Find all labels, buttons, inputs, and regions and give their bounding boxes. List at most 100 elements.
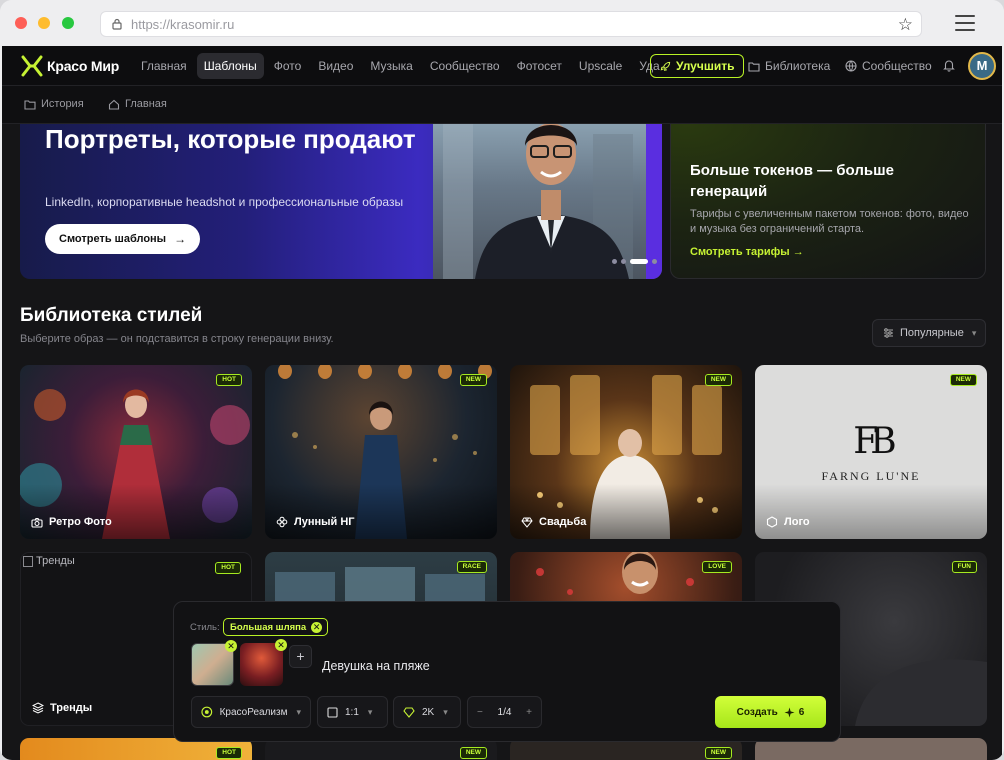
upgrade-button[interactable]: Улучшить [650, 54, 745, 78]
carousel-dots [612, 259, 661, 264]
nav-link-community[interactable]: Сообщество [423, 53, 507, 79]
card-label: Свадьба [539, 516, 587, 528]
fun-badge: FUN [951, 561, 977, 573]
history-folder-icon [24, 99, 36, 110]
race-badge: RACE [456, 561, 487, 573]
subnav-home[interactable]: Главная [108, 98, 167, 110]
ratio-label: 1:1 [345, 706, 359, 718]
card-label: Ретро Фото [49, 516, 112, 528]
nav-link-upscale[interactable]: Upscale [572, 53, 629, 79]
nav-link-community-globe[interactable]: Сообщество [845, 59, 932, 73]
style-card-wedding[interactable]: NEW Свадьба [510, 365, 742, 539]
browser-menu-icon[interactable] [955, 15, 975, 31]
remove-image-icon[interactable]: ✕ [275, 639, 287, 651]
increment-button[interactable]: + [526, 707, 532, 718]
sub-navigation: История Главная [2, 86, 1002, 124]
selected-style-chip[interactable]: Большая шляпа ✕ [223, 618, 329, 636]
hero-portrait-image [433, 124, 662, 279]
view-plans-label: Смотреть тарифы [690, 246, 790, 258]
card-caption: Свадьба [521, 516, 586, 528]
maximize-window-button[interactable] [62, 17, 74, 29]
remove-style-icon[interactable]: ✕ [311, 621, 323, 633]
remove-image-icon[interactable]: ✕ [225, 640, 237, 652]
nav-link-video[interactable]: Видео [311, 53, 360, 79]
hero-title: Портреты, которые продают [45, 124, 416, 154]
home-label: Главная [125, 98, 167, 110]
nav-link-templates[interactable]: Шаблоны [196, 53, 264, 79]
logo-wordmark: FARNG LU'NE [821, 469, 921, 483]
card-label: Тренды [50, 702, 93, 714]
chevron-down-icon: ▾ [971, 327, 977, 338]
user-avatar[interactable]: M [968, 52, 996, 80]
aspect-ratio-select[interactable]: 1:1 ▾ [317, 696, 388, 728]
nav-link-photo[interactable]: Фото [267, 53, 309, 79]
bell-icon[interactable] [942, 58, 956, 72]
community-label: Сообщество [862, 59, 932, 73]
carousel-dot-active[interactable] [630, 259, 648, 264]
carousel-dot[interactable] [612, 259, 617, 264]
nav-link-photoset[interactable]: Фотосет [510, 53, 569, 79]
close-window-button[interactable] [15, 17, 27, 29]
card-caption: Лунный НГ [276, 516, 355, 528]
model-select[interactable]: КрасоРеализм ▾ [191, 696, 311, 728]
sliders-icon [884, 328, 893, 338]
arrow-right-icon: → [792, 246, 804, 258]
reference-image-1[interactable]: ✕ [191, 640, 237, 686]
resolution-select[interactable]: 2K ▾ [393, 696, 461, 728]
carousel-dot[interactable] [652, 259, 657, 264]
logo-mark-icon [21, 55, 43, 77]
hexagon-icon [766, 516, 778, 528]
broken-image-alt: Тренды [36, 555, 75, 567]
view-templates-button[interactable]: Смотреть шаблоны → [45, 224, 201, 254]
reference-image-2[interactable]: ✕ [240, 639, 287, 686]
new-badge: NEW [704, 747, 732, 759]
rocket-icon [660, 61, 671, 71]
upgrade-label: Улучшить [676, 59, 735, 73]
create-label: Создать [736, 706, 778, 718]
model-label: КрасоРеализм [219, 706, 288, 718]
prompt-input[interactable]: Девушка на пляже [322, 659, 430, 673]
browser-chrome: https://krasomir.ru ☆ [0, 0, 1004, 46]
create-button[interactable]: Создать 6 [715, 696, 826, 728]
styles-section-title: Библиотека стилей [20, 305, 203, 326]
minimize-window-button[interactable] [38, 17, 50, 29]
view-plans-link[interactable]: Смотреть тарифы → [690, 246, 804, 258]
promo-title: Больше токенов — больше генераций [690, 162, 894, 200]
sparkle-icon [784, 707, 795, 717]
brand-logo[interactable]: Красо Мир [20, 54, 119, 78]
hot-badge: HOT [216, 374, 242, 386]
nav-link-library[interactable]: Библиотека [748, 59, 830, 73]
library-label: Библиотека [765, 59, 831, 73]
diamond-icon [521, 517, 533, 528]
card-label: Лунный НГ [294, 516, 355, 528]
count-stepper[interactable]: − 1/4 + [467, 696, 542, 728]
sort-dropdown[interactable]: Популярные ▾ [872, 319, 986, 347]
chevron-down-icon: ▾ [296, 706, 301, 717]
nav-link-music[interactable]: Музыка [363, 53, 419, 79]
flower-icon [276, 516, 288, 528]
love-badge: LOVE [702, 561, 732, 573]
address-bar[interactable]: https://krasomir.ru ☆ [100, 11, 922, 37]
style-card-logo[interactable]: FB FARNG LU'NE NEW Лого [755, 365, 987, 539]
style-chip-label: Большая шляпа [230, 621, 307, 633]
decrement-button[interactable]: − [477, 707, 483, 718]
hot-badge: HOT [215, 562, 241, 574]
nav-link-home[interactable]: Главная [134, 53, 194, 79]
lock-icon [112, 18, 122, 30]
style-card-lunar-ny[interactable]: NEW Лунный НГ [265, 365, 497, 539]
count-value: 1/4 [497, 706, 512, 718]
add-reference-button[interactable]: + [289, 645, 312, 668]
model-icon [201, 706, 213, 718]
card-label: Лого [784, 516, 810, 528]
view-templates-label: Смотреть шаблоны [59, 233, 167, 245]
style-card-retro[interactable]: HOT Ретро Фото [20, 365, 252, 539]
card-caption: Лого [766, 516, 810, 528]
carousel-dot[interactable] [621, 259, 626, 264]
logo-text: Красо Мир [47, 58, 120, 74]
globe-icon [845, 60, 857, 72]
chevron-down-icon: ▾ [443, 706, 448, 717]
logo-monogram: FB [853, 421, 896, 462]
bookmark-star-icon[interactable]: ☆ [898, 15, 913, 35]
subnav-history[interactable]: История [24, 98, 84, 110]
sort-label: Популярные [900, 327, 964, 339]
